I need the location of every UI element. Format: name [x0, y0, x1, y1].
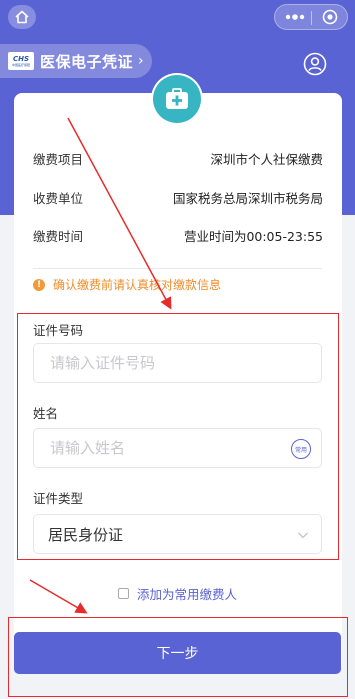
info-label-item: 缴费项目 — [33, 151, 84, 167]
info-value-item: 深圳市个人社保缴费 — [210, 151, 323, 167]
warning-icon: ! — [33, 278, 45, 291]
close-button[interactable] — [315, 5, 345, 29]
user-button[interactable] — [303, 52, 327, 76]
info-row-time: 缴费时间 营业时间为00:05-23:55 — [33, 225, 323, 245]
info-label-time: 缴费时间 — [33, 228, 84, 244]
form-highlight-box — [17, 313, 339, 560]
logo-subtext: 中国医疗保障 — [11, 63, 30, 67]
divider — [33, 268, 322, 269]
app-title-pill[interactable]: CHS 中国医疗保障 医保电子凭证 › — [0, 44, 152, 78]
chevron-right-icon: › — [138, 53, 144, 69]
mini-program-capsule — [274, 4, 348, 30]
info-value-payee: 国家税务总局深圳市税务局 — [172, 190, 323, 206]
notice-text: 确认缴费前请认真核对缴款信息 — [53, 278, 222, 292]
info-row-item: 缴费项目 深圳市个人社保缴费 — [33, 148, 323, 168]
more-dots-icon — [285, 14, 305, 20]
notice: ! 确认缴费前请认真核对缴款信息 — [33, 276, 221, 293]
user-icon — [303, 52, 327, 76]
info-label-payee: 收费单位 — [33, 190, 84, 206]
medical-badge — [151, 73, 203, 125]
info-value-time: 营业时间为00:05-23:55 — [183, 228, 323, 244]
add-payer-checkbox[interactable] — [118, 588, 129, 599]
more-button[interactable] — [281, 5, 309, 29]
info-row-payee: 收费单位 国家税务总局深圳市税务局 — [33, 187, 323, 207]
medical-kit-icon — [166, 88, 188, 109]
add-payer-label: 添加为常用缴费人 — [137, 587, 238, 602]
next-button[interactable]: 下一步 — [14, 632, 341, 674]
home-button[interactable] — [8, 5, 36, 29]
capsule-divider — [311, 11, 312, 25]
add-common-payer[interactable]: 添加为常用缴费人 — [118, 584, 237, 603]
home-icon — [15, 10, 29, 24]
logo-text: CHS — [12, 55, 30, 63]
target-close-icon — [322, 9, 338, 25]
app-title: 医保电子凭证 — [40, 52, 134, 71]
chs-logo: CHS 中国医疗保障 — [8, 52, 34, 70]
